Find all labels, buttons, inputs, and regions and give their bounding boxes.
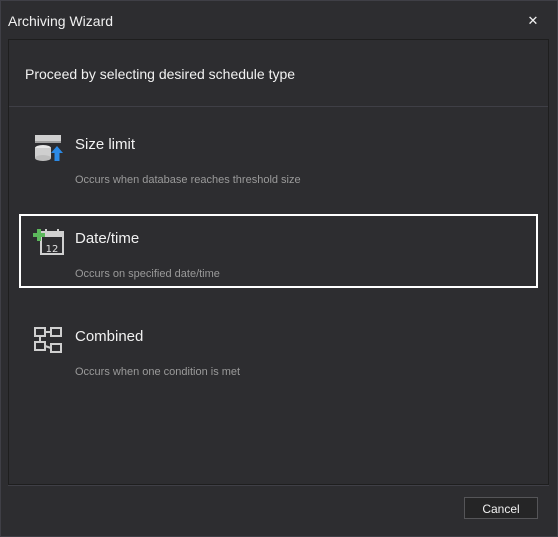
option-description: Occurs on specified date/time <box>75 268 220 280</box>
option-size-limit[interactable]: Size limit Occurs when database reaches … <box>19 120 538 194</box>
cancel-button[interactable]: Cancel <box>464 497 538 519</box>
flow-diagram-icon <box>34 327 62 353</box>
database-upload-icon <box>35 135 63 161</box>
wizard-header: Proceed by selecting desired schedule ty… <box>9 40 548 107</box>
option-description: Occurs when database reaches threshold s… <box>75 174 301 186</box>
option-description: Occurs when one condition is met <box>75 366 241 378</box>
option-combined[interactable]: Combined Occurs when one condition is me… <box>19 312 538 386</box>
title-bar: Archiving Wizard ✕ <box>1 1 557 39</box>
close-icon[interactable]: ✕ <box>523 11 543 31</box>
option-date-time[interactable]: 12 Date/time Occurs on specified date/ti… <box>19 214 538 288</box>
option-title: Size limit <box>75 136 136 153</box>
archiving-wizard-window: Archiving Wizard ✕ Proceed by selecting … <box>0 0 558 537</box>
calendar-day-label: 12 <box>46 244 59 255</box>
footer-divider <box>8 485 549 486</box>
option-title: Date/time <box>75 230 140 247</box>
option-title: Combined <box>75 328 144 345</box>
calendar-add-icon: 12 <box>33 229 64 255</box>
window-title: Archiving Wizard <box>8 13 114 29</box>
wizard-panel: Proceed by selecting desired schedule ty… <box>8 39 549 485</box>
header-instruction: Proceed by selecting desired schedule ty… <box>25 66 296 82</box>
